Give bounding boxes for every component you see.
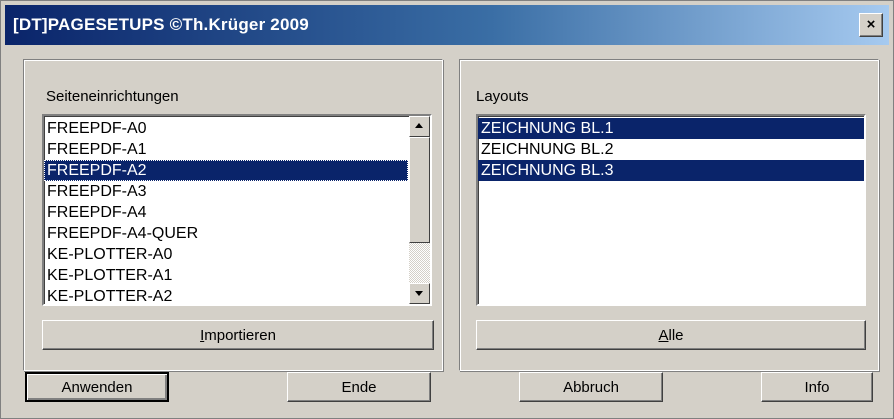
pagesetups-scrollbar[interactable] <box>409 116 430 304</box>
scroll-thumb[interactable] <box>409 137 430 243</box>
dialog-window: [DT]PAGESETUPS ©Th.Krüger 2009 × Seitene… <box>0 0 894 419</box>
import-label: mportieren <box>204 327 276 344</box>
pagesetups-label: Seiteneinrichtungen <box>46 88 179 105</box>
layouts-group: Layouts ZEICHNUNG BL.1 ZEICHNUNG BL.2 ZEIC… <box>459 59 879 371</box>
pagesetups-list-items: FREEPDF-A0 FREEPDF-A1 FREEPDF-A2 FREEPDF-A3… <box>44 118 408 304</box>
layouts-label: Layouts <box>476 88 529 105</box>
apply-button[interactable]: Anwenden <box>25 372 169 402</box>
scroll-up-icon <box>415 123 423 128</box>
scroll-down-icon <box>415 291 423 296</box>
pagesetup-list-item[interactable]: FREEPDF-A4 <box>44 202 408 223</box>
layouts-listbox[interactable]: ZEICHNUNG BL.1 ZEICHNUNG BL.2 ZEICHNUNG BL… <box>476 114 866 306</box>
end-button[interactable]: Ende <box>287 372 431 402</box>
layout-list-item[interactable]: ZEICHNUNG BL.3 <box>478 160 864 181</box>
pagesetups-listbox[interactable]: FREEPDF-A0 FREEPDF-A1 FREEPDF-A2 FREEPDF-A3… <box>42 114 432 306</box>
scroll-up-button[interactable] <box>409 116 430 137</box>
info-button[interactable]: Info <box>761 372 873 402</box>
layout-list-item[interactable]: ZEICHNUNG BL.2 <box>478 139 864 160</box>
all-accel-letter: A <box>658 327 669 344</box>
window-title: [DT]PAGESETUPS ©Th.Krüger 2009 <box>13 15 309 34</box>
pagesetup-list-item[interactable]: FREEPDF-A0 <box>44 118 408 139</box>
layout-list-item[interactable]: ZEICHNUNG BL.1 <box>478 118 864 139</box>
title-bar[interactable]: [DT]PAGESETUPS ©Th.Krüger 2009 × <box>5 5 889 45</box>
all-button[interactable]: Alle <box>476 320 866 350</box>
all-label: lle <box>668 327 684 344</box>
pagesetup-list-item[interactable]: FREEPDF-A3 <box>44 181 408 202</box>
scroll-down-button[interactable] <box>409 283 430 304</box>
pagesetups-group: Seiteneinrichtungen FREEPDF-A0 FREEPDF-A1… <box>23 59 443 371</box>
close-button[interactable]: × <box>859 13 883 37</box>
pagesetup-list-item[interactable]: KE-PLOTTER-A1 <box>44 265 408 286</box>
pagesetup-list-item[interactable]: KE-PLOTTER-A2 <box>44 286 408 304</box>
import-button[interactable]: Importieren <box>42 320 434 350</box>
layouts-list-items: ZEICHNUNG BL.1 ZEICHNUNG BL.2 ZEICHNUNG BL… <box>478 118 864 181</box>
pagesetup-list-item[interactable]: FREEPDF-A4-QUER <box>44 223 408 244</box>
pagesetup-list-item[interactable]: FREEPDF-A2 <box>44 160 408 181</box>
close-icon: × <box>866 16 876 33</box>
cancel-button[interactable]: Abbruch <box>519 372 663 402</box>
pagesetup-list-item[interactable]: KE-PLOTTER-A0 <box>44 244 408 265</box>
pagesetup-list-item[interactable]: FREEPDF-A1 <box>44 139 408 160</box>
